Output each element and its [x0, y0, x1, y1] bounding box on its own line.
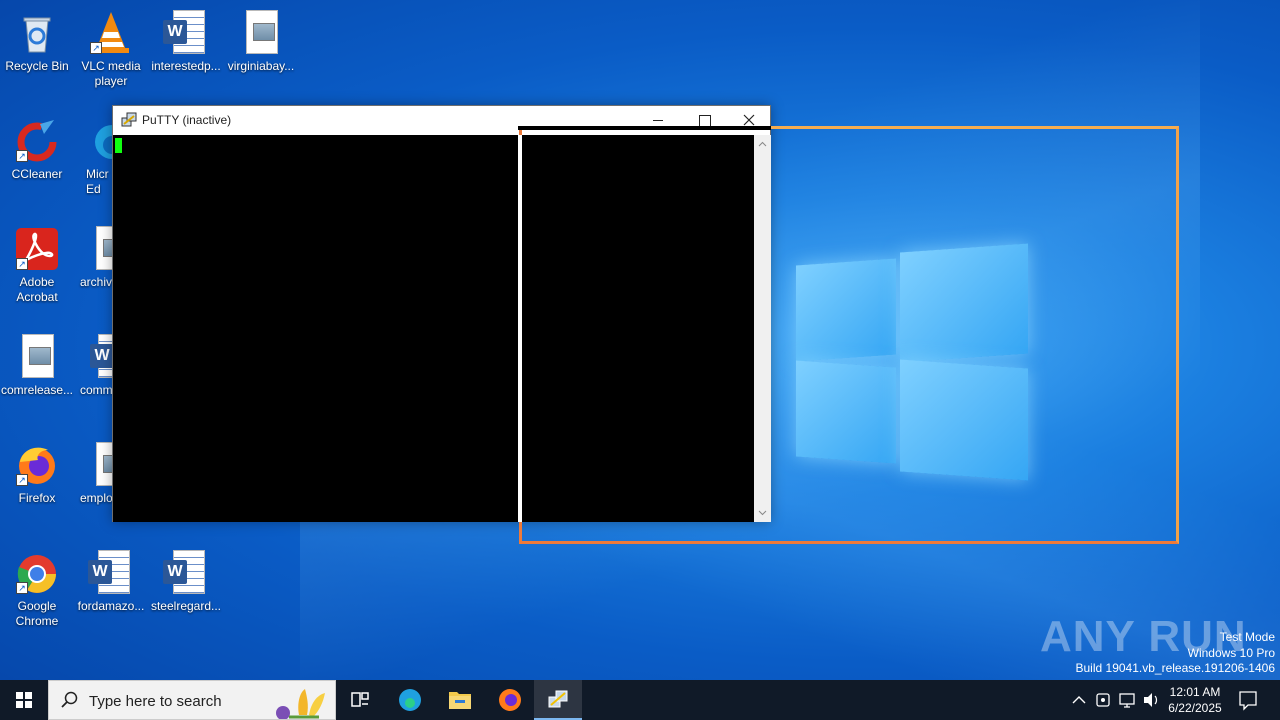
edge-icon: [86, 118, 112, 164]
desktop-icon-edge[interactable]: Micr Ed: [72, 112, 112, 197]
recycle-bin-icon: [14, 10, 60, 56]
putty-icon: [548, 690, 568, 708]
selection-rectangle: [519, 126, 1179, 544]
close-icon: [743, 114, 755, 126]
desktop-icon-fordamazo[interactable]: W fordamazo...: [72, 544, 150, 614]
clock-time: 12:01 AM: [1169, 685, 1221, 699]
search-box[interactable]: Type here to search: [48, 680, 336, 720]
notification-icon: [1239, 691, 1257, 711]
image-file-icon: [238, 10, 284, 56]
edge-icon: [399, 689, 421, 711]
taskbar-clock[interactable]: 12:01 AM 6/22/2025: [1160, 684, 1230, 716]
desktop-icon-comm[interactable]: W comm: [72, 328, 112, 398]
image-file-icon: [14, 334, 60, 380]
taskbar-firefox-button[interactable]: [486, 680, 534, 720]
chrome-icon: ↗: [14, 550, 60, 596]
network-icon: [1119, 693, 1135, 708]
desktop-icon-vlc[interactable]: ↗ VLC media player: [72, 4, 150, 89]
desktop-icon-comrelease[interactable]: comrelease...: [0, 328, 76, 398]
taskbar-file-explorer-button[interactable]: [436, 680, 484, 720]
desktop-icon-emplo[interactable]: emplo: [72, 436, 112, 506]
task-view-icon: [351, 692, 369, 707]
desktop-icon-google-chrome[interactable]: ↗ Google Chrome: [0, 544, 76, 629]
search-highlight-icon: [276, 689, 325, 719]
search-placeholder: Type here to search: [89, 693, 222, 710]
desktop-icon-ccleaner[interactable]: ↗ CCleaner: [0, 112, 76, 182]
word-document-icon: W: [80, 334, 112, 380]
desktop-icon-firefox[interactable]: ↗ Firefox: [0, 436, 76, 506]
desktop-icon-adobe-acrobat[interactable]: ↗ Adobe Acrobat: [0, 220, 76, 305]
search-icon: [61, 691, 78, 708]
putty-title: PuTTY (inactive): [142, 113, 232, 127]
word-document-icon: W: [88, 550, 134, 596]
tray-device-icon: [1096, 693, 1110, 707]
taskbar-edge-button[interactable]: [386, 680, 434, 720]
firefox-icon: [499, 689, 521, 711]
selection-edge: [518, 126, 771, 130]
network-button[interactable]: [1116, 680, 1138, 720]
speaker-icon: [1144, 693, 1158, 707]
task-view-button[interactable]: [336, 680, 384, 720]
tray-app-button[interactable]: [1092, 680, 1114, 720]
clock-date: 6/22/2025: [1168, 701, 1222, 715]
notifications-button[interactable]: [1234, 680, 1262, 720]
vlc-cone-icon: ↗: [88, 10, 134, 56]
image-file-icon: [80, 226, 112, 272]
taskbar: Type here to search 12:01 AM 6/22/2025: [0, 680, 1280, 720]
desktop-icon-archiv[interactable]: archiv: [72, 220, 112, 290]
ccleaner-icon: ↗: [14, 118, 60, 164]
volume-button[interactable]: [1140, 680, 1162, 720]
desktop-icon-virginiabay[interactable]: virginiabay...: [222, 4, 300, 74]
firefox-icon: ↗: [14, 442, 60, 488]
word-document-icon: W: [163, 10, 209, 56]
taskbar-putty-button[interactable]: [534, 680, 582, 720]
selection-edge: [518, 135, 522, 522]
chevron-up-icon: [1072, 696, 1086, 704]
adobe-acrobat-icon: ↗: [14, 226, 60, 272]
system-info: Test Mode Windows 10 Pro Build 19041.vb_…: [1075, 630, 1276, 675]
terminal-cursor: [115, 138, 122, 153]
desktop-icon-word-interested[interactable]: W interestedp...: [147, 4, 225, 74]
desktop-icon-recycle-bin[interactable]: Recycle Bin: [0, 4, 76, 74]
folder-icon: [449, 692, 471, 709]
image-file-icon: [80, 442, 112, 488]
windows-start-icon: [16, 692, 32, 708]
desktop-icon-steelregard[interactable]: W steelregard...: [147, 544, 225, 614]
putty-icon: [121, 112, 137, 128]
start-button[interactable]: [0, 680, 48, 720]
show-hidden-icons-button[interactable]: [1068, 680, 1090, 720]
word-document-icon: W: [163, 550, 209, 596]
